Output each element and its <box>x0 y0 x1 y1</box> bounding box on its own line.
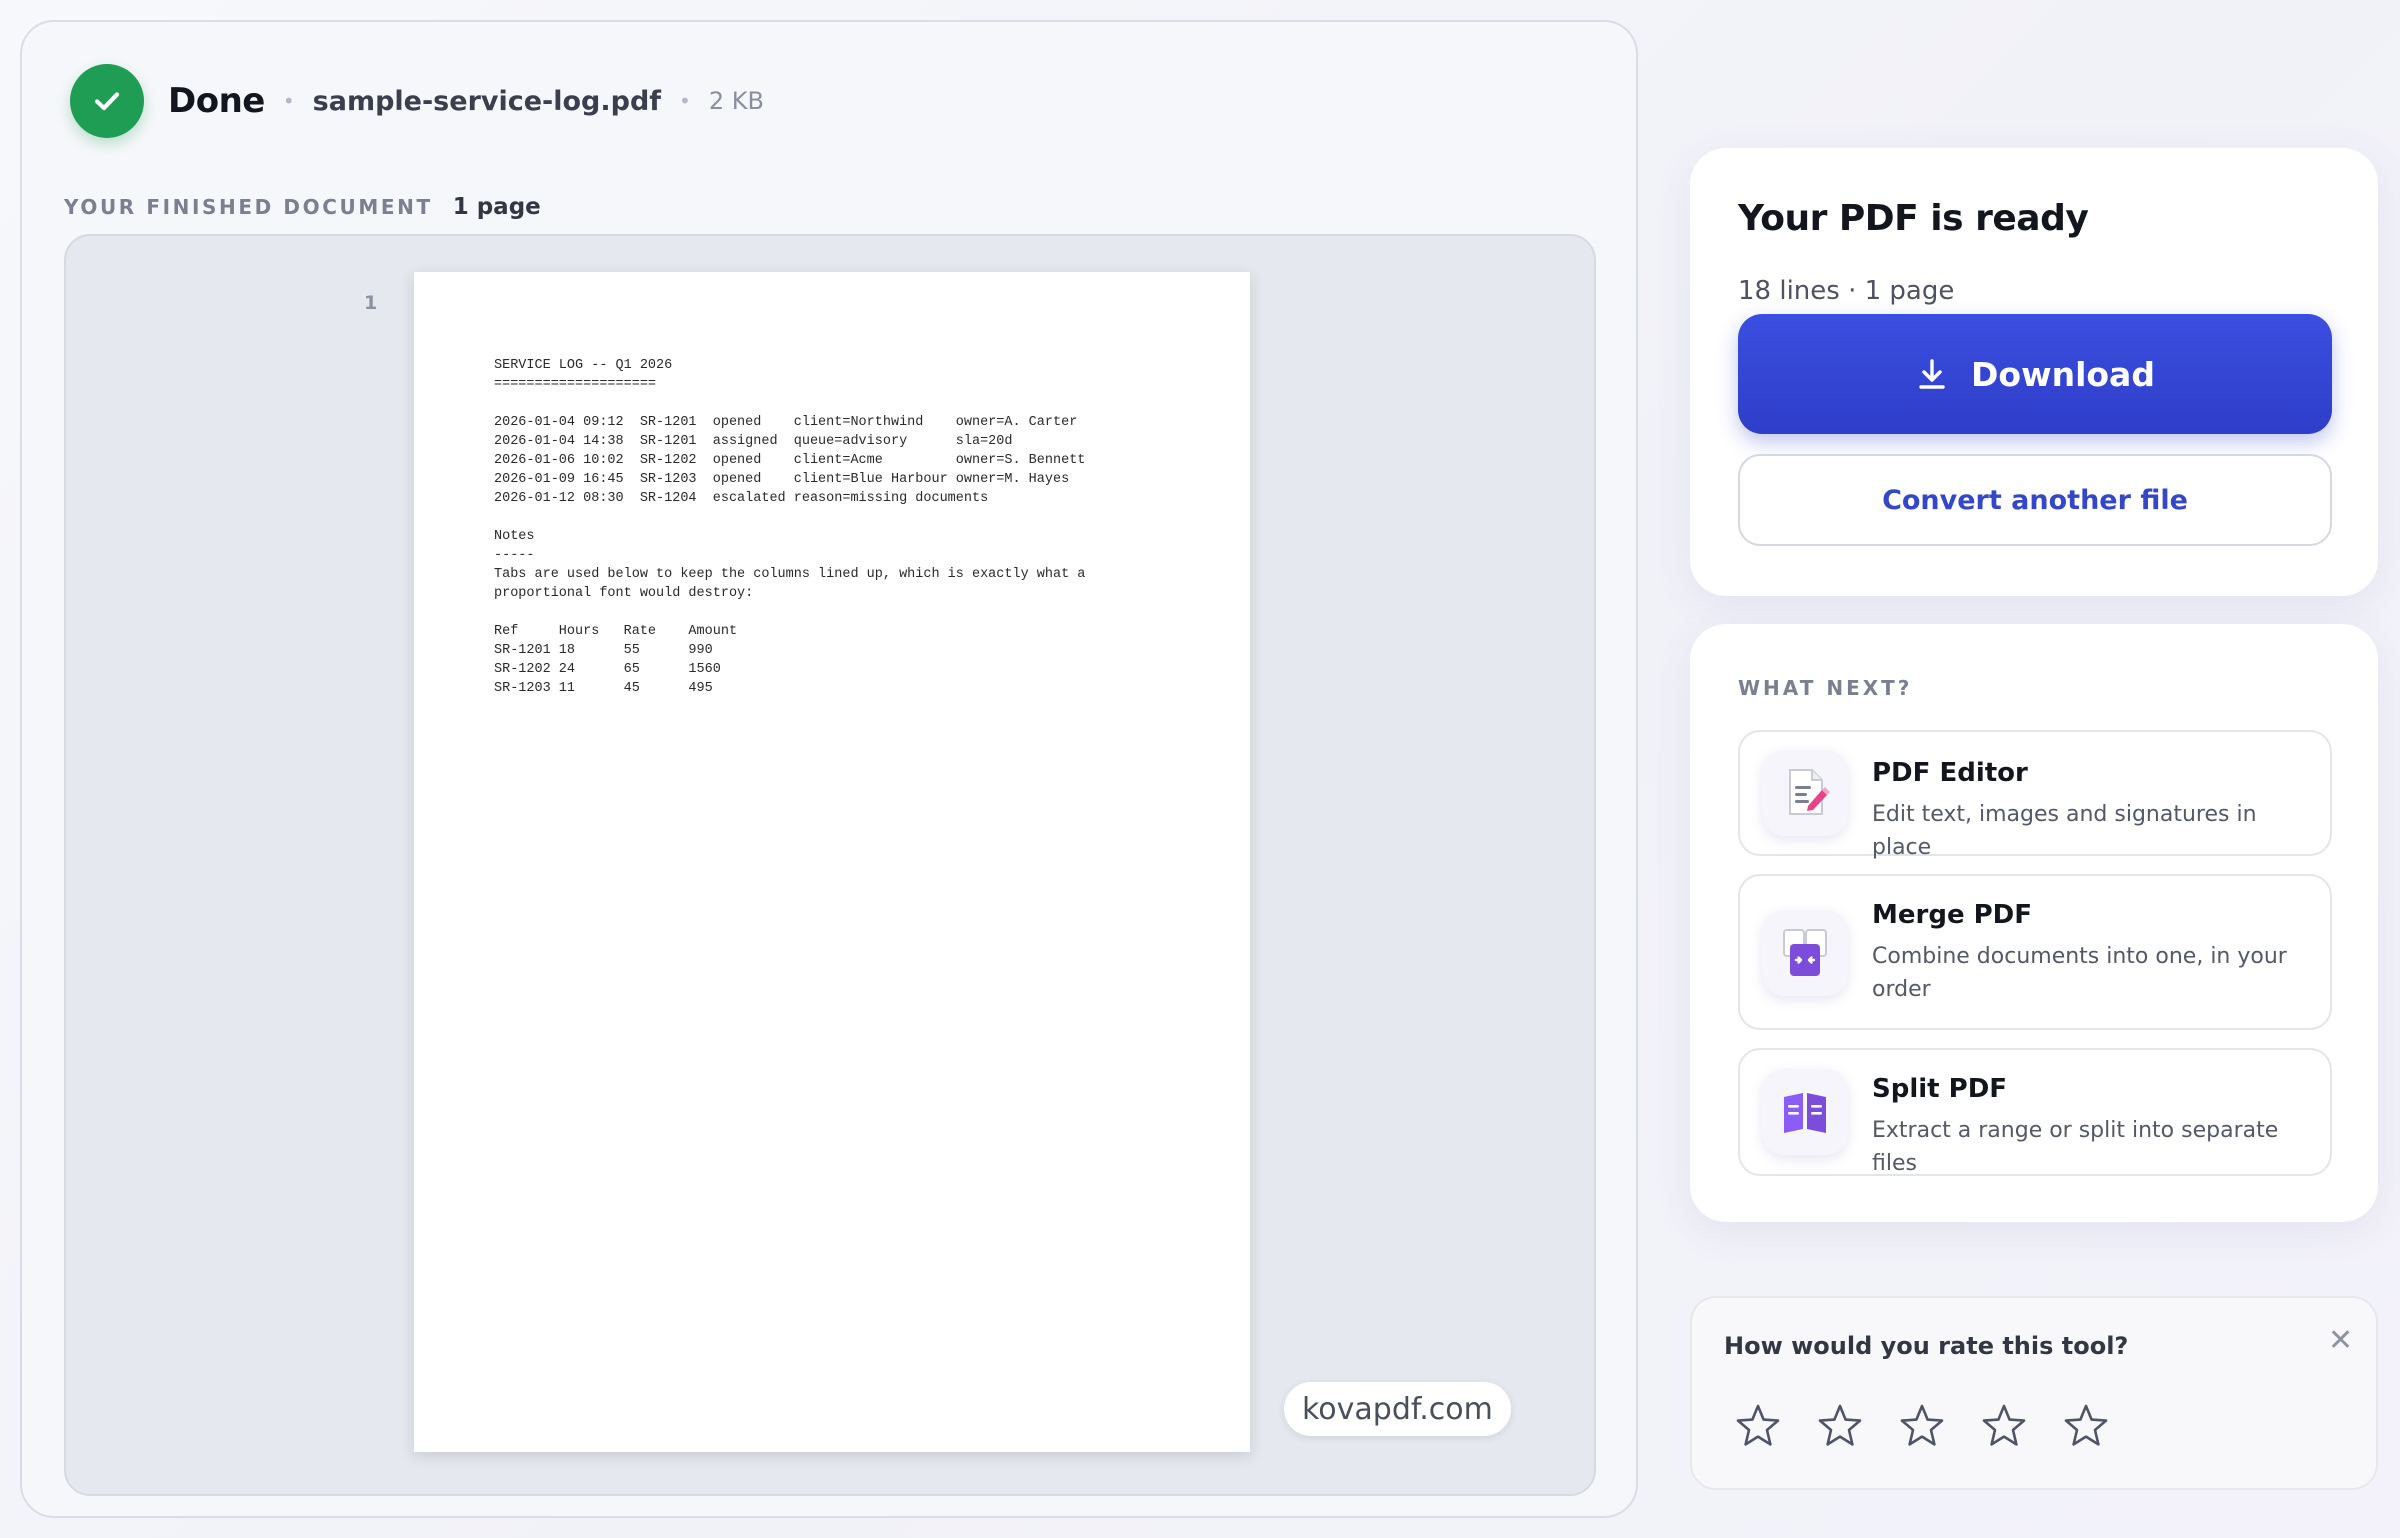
status-label: Done <box>168 81 265 121</box>
page-count: 1 page <box>452 194 541 220</box>
tool-description: Extract a range or split into separate f… <box>1872 1118 2279 1176</box>
rating-question: How would you rate this tool? <box>1724 1332 2129 1360</box>
split-pdf-icon <box>1762 1069 1848 1155</box>
file-name: sample-service-log.pdf <box>312 85 662 117</box>
tool-pdf-editor[interactable]: PDF Editor Edit text, images and signatu… <box>1738 730 2332 860</box>
tool-split-pdf[interactable]: Split PDF Extract a range or split into … <box>1738 1048 2332 1176</box>
tool-description: Combine documents into one, in your orde… <box>1872 944 2287 1002</box>
star-icon[interactable] <box>1980 1402 2028 1450</box>
document-label-row: YOUR FINISHED DOCUMENT 1 page <box>64 194 541 220</box>
page-content: SERVICE LOG -- Q1 2026 =================… <box>494 358 1086 696</box>
separator-dot: • <box>679 89 691 113</box>
document-preview[interactable]: 1 SERVICE LOG -- Q1 2026 ===============… <box>64 234 1596 1496</box>
what-next-card: WHAT NEXT? PDF Editor Edit text, images … <box>1690 624 2378 1222</box>
star-icon[interactable] <box>1898 1402 1946 1450</box>
file-size: 2 KB <box>708 87 764 115</box>
tool-title: Split PDF <box>1872 1074 2008 1104</box>
section-label: YOUR FINISHED DOCUMENT <box>64 195 433 219</box>
ready-title: Your PDF is ready <box>1738 198 2089 239</box>
merge-pdf-icon <box>1762 910 1848 996</box>
pdf-page: SERVICE LOG -- Q1 2026 =================… <box>414 272 1250 1452</box>
status-row: Done • sample-service-log.pdf • 2 KB <box>70 64 764 138</box>
page-number: 1 <box>364 292 378 314</box>
star-icon[interactable] <box>1734 1402 1782 1450</box>
tool-title: PDF Editor <box>1872 758 2028 788</box>
pdf-editor-icon <box>1762 750 1848 836</box>
watermark: kovapdf.com <box>1284 1382 1511 1436</box>
star-icon[interactable] <box>1816 1402 1864 1450</box>
star-icon[interactable] <box>2062 1402 2110 1450</box>
close-icon[interactable]: ✕ <box>2328 1326 2353 1356</box>
download-button[interactable]: Download <box>1738 314 2332 434</box>
ready-subtitle: 18 lines · 1 page <box>1738 276 1955 306</box>
star-rating <box>1734 1402 2110 1450</box>
result-card: Done • sample-service-log.pdf • 2 KB YOU… <box>20 20 1638 1518</box>
ready-card: Your PDF is ready 18 lines · 1 page Down… <box>1690 148 2378 596</box>
what-next-label: WHAT NEXT? <box>1738 676 1913 700</box>
convert-another-button[interactable]: Convert another file <box>1738 454 2332 546</box>
separator-dot: • <box>282 89 295 113</box>
tool-title: Merge PDF <box>1872 900 2033 930</box>
tool-description: Edit text, images and signatures in plac… <box>1872 802 2257 860</box>
tool-merge-pdf[interactable]: Merge PDF Combine documents into one, in… <box>1738 874 2332 1030</box>
download-label: Download <box>1971 354 2155 394</box>
download-icon <box>1919 359 1945 389</box>
check-icon <box>70 64 144 138</box>
rating-card: How would you rate this tool? ✕ <box>1690 1296 2378 1490</box>
